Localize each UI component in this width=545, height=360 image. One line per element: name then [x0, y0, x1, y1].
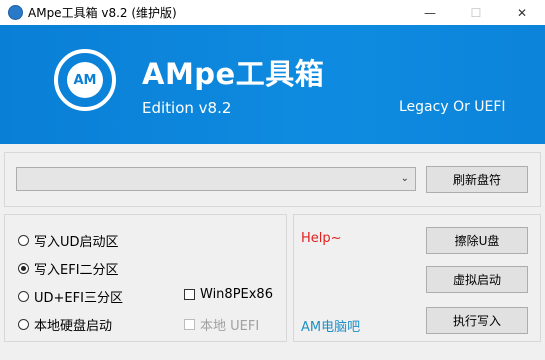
am-brand-link[interactable]: AM电脑吧: [301, 316, 360, 335]
header-banner: AM AMpe工具箱 Edition v8.2 Legacy Or UEFI: [0, 25, 545, 144]
drive-select[interactable]: ⌄: [16, 167, 416, 191]
close-button[interactable]: ✕: [499, 0, 545, 25]
edition-label: Edition v8.2: [142, 99, 232, 117]
win8pe-checkbox-row[interactable]: Win8PEx86: [184, 287, 273, 302]
option-efi-two-partition-label: 写入EFI二分区: [34, 263, 119, 278]
option-ud-efi-three-label: UD+EFI三分区: [34, 291, 123, 306]
am-logo-icon: AM: [54, 49, 116, 111]
window-title: AMpe工具箱 v8.2 (维护版): [28, 6, 177, 20]
title-bar: AMpe工具箱 v8.2 (维护版) — ☐ ✕: [0, 0, 545, 25]
option-ud-efi-three[interactable]: UD+EFI三分区: [18, 287, 123, 306]
local-uefi-checkbox-row: 本地 UEFI: [184, 315, 259, 334]
option-ud-boot[interactable]: 写入UD启动区: [18, 231, 119, 250]
win8pe-checkbox[interactable]: [184, 289, 195, 300]
option-ud-boot-label: 写入UD启动区: [34, 235, 119, 250]
radio-local-disk[interactable]: [18, 319, 29, 330]
local-uefi-checkbox: [184, 319, 195, 330]
local-uefi-label: 本地 UEFI: [200, 319, 260, 334]
radio-ud-boot[interactable]: [18, 235, 29, 246]
radio-ud-efi-three[interactable]: [18, 291, 29, 302]
refresh-drives-button[interactable]: 刷新盘符: [426, 166, 528, 193]
virtual-boot-button[interactable]: 虚拟启动: [426, 266, 528, 293]
minimize-button[interactable]: —: [407, 0, 453, 25]
chevron-down-icon: ⌄: [400, 173, 409, 184]
erase-usb-button[interactable]: 擦除U盘: [426, 227, 528, 254]
app-name: AMpe工具箱: [142, 57, 325, 91]
maximize-button[interactable]: ☐: [453, 0, 499, 25]
help-link[interactable]: Help~: [301, 231, 342, 246]
boot-mode-label: Legacy Or UEFI: [399, 99, 506, 115]
radio-efi-two-partition[interactable]: [18, 263, 29, 274]
app-icon: [8, 5, 23, 20]
execute-write-button[interactable]: 执行写入: [426, 307, 528, 334]
option-local-disk[interactable]: 本地硬盘启动: [18, 315, 112, 334]
win8pe-label: Win8PEx86: [200, 287, 273, 302]
am-logo-text: AM: [67, 62, 103, 98]
option-efi-two-partition[interactable]: 写入EFI二分区: [18, 259, 119, 278]
option-local-disk-label: 本地硬盘启动: [34, 319, 113, 334]
